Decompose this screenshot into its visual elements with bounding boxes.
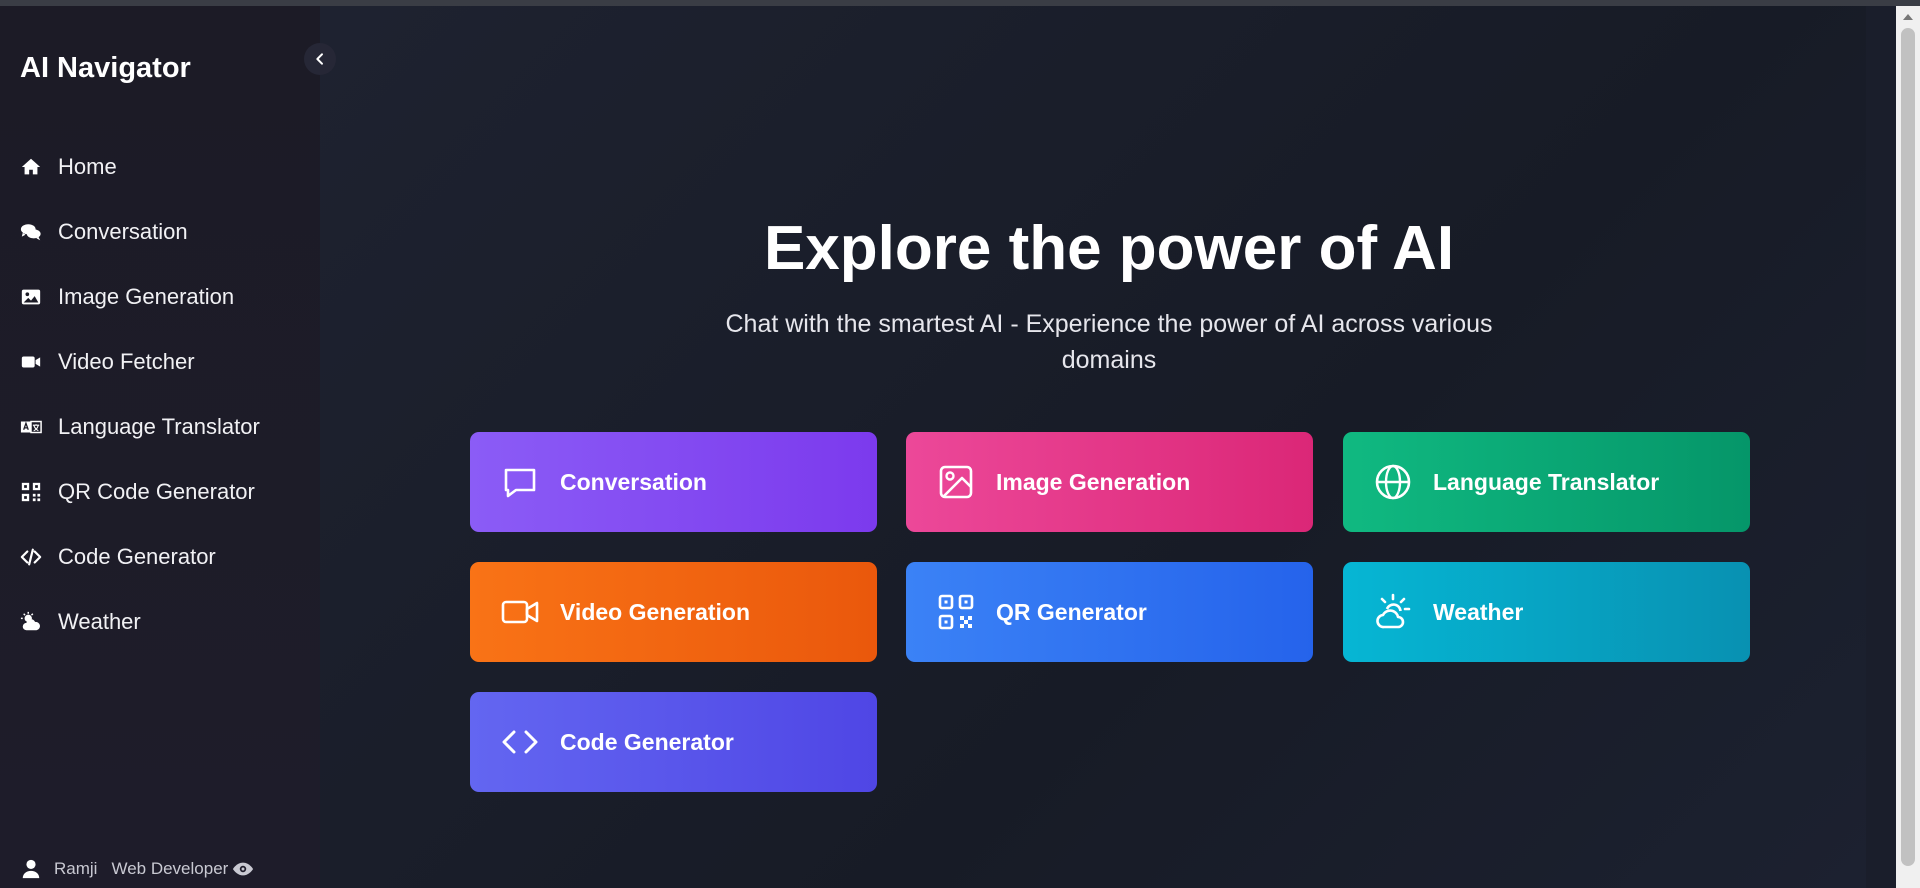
- image-icon: [936, 462, 976, 502]
- card-weather[interactable]: Weather: [1343, 562, 1750, 662]
- code-icon: [500, 722, 540, 762]
- page-subtitle: Chat with the smartest AI - Experience t…: [725, 310, 1493, 374]
- card-label: QR Generator: [996, 598, 1147, 625]
- sidebar-collapse-button[interactable]: [304, 43, 336, 75]
- vertical-scrollbar[interactable]: [1896, 6, 1920, 888]
- card-label: Language Translator: [1433, 468, 1660, 495]
- sidebar-item-conversation[interactable]: Conversation: [0, 199, 320, 264]
- sidebar-item-label: Code Generator: [58, 543, 216, 569]
- sidebar-item-label: Home: [58, 153, 117, 179]
- video-icon: [20, 351, 42, 373]
- card-label: Image Generation: [996, 468, 1191, 495]
- sidebar-item-label: Conversation: [58, 218, 188, 244]
- app-title: AI Navigator: [20, 52, 191, 84]
- user-name: Ramji: [54, 859, 98, 878]
- home-icon: [20, 156, 42, 178]
- sidebar-item-weather[interactable]: Weather: [0, 589, 320, 654]
- qrcode-icon: [20, 481, 42, 503]
- comments-icon: [20, 221, 42, 243]
- sidebar-nav: Home Conversation Image Generation Video…: [0, 134, 320, 654]
- code-icon: [20, 546, 42, 568]
- scrollbar-thumb[interactable]: [1901, 28, 1915, 866]
- card-code-generator[interactable]: Code Generator: [470, 692, 877, 792]
- card-conversation[interactable]: Conversation: [470, 432, 877, 532]
- image-icon: [20, 286, 42, 308]
- user-role: Web Developer: [111, 859, 229, 878]
- card-label: Code Generator: [560, 728, 734, 755]
- card-label: Weather: [1433, 598, 1524, 625]
- sidebar-item-language-translator[interactable]: Language Translator: [0, 394, 320, 459]
- sidebar-item-label: Video Fetcher: [58, 348, 195, 374]
- eye-icon[interactable]: [232, 858, 254, 880]
- card-label: Conversation: [560, 468, 707, 495]
- sidebar-item-label: Image Generation: [58, 283, 235, 309]
- main-content: Explore the power of AI Chat with the sm…: [320, 6, 1866, 888]
- card-video-generation[interactable]: Video Generation: [470, 562, 877, 662]
- sidebar-item-home[interactable]: Home: [0, 134, 320, 199]
- message-square-icon: [500, 462, 540, 502]
- video-icon: [500, 592, 540, 632]
- globe-icon: [1373, 462, 1413, 502]
- card-label: Video Generation: [560, 598, 751, 625]
- page-title: Explore the power of AI: [763, 214, 1455, 283]
- cloud-sun-icon: [20, 611, 42, 633]
- translate-icon: [20, 416, 42, 438]
- sidebar-item-video-fetcher[interactable]: Video Fetcher: [0, 329, 320, 394]
- sidebar-item-label: Weather: [58, 608, 141, 634]
- scroll-up-arrow-icon[interactable]: [1903, 14, 1913, 20]
- sidebar-item-label: QR Code Generator: [58, 478, 255, 504]
- sidebar: AI Navigator Home Conversation Image Gen…: [0, 6, 320, 888]
- card-language-translator[interactable]: Language Translator: [1343, 432, 1750, 532]
- user-profile: Ramji Web Developer: [20, 858, 254, 880]
- sidebar-item-label: Language Translator: [58, 413, 260, 439]
- sidebar-item-qr-code-generator[interactable]: QR Code Generator: [0, 459, 320, 524]
- chevron-left-icon: [312, 51, 328, 67]
- card-qr-generator[interactable]: QR Generator: [906, 562, 1313, 662]
- sidebar-item-code-generator[interactable]: Code Generator: [0, 524, 320, 589]
- user-icon: [20, 858, 42, 880]
- card-image-generation[interactable]: Image Generation: [906, 432, 1313, 532]
- cloud-sun-icon: [1373, 592, 1413, 632]
- sidebar-item-image-generation[interactable]: Image Generation: [0, 264, 320, 329]
- qrcode-icon: [936, 592, 976, 632]
